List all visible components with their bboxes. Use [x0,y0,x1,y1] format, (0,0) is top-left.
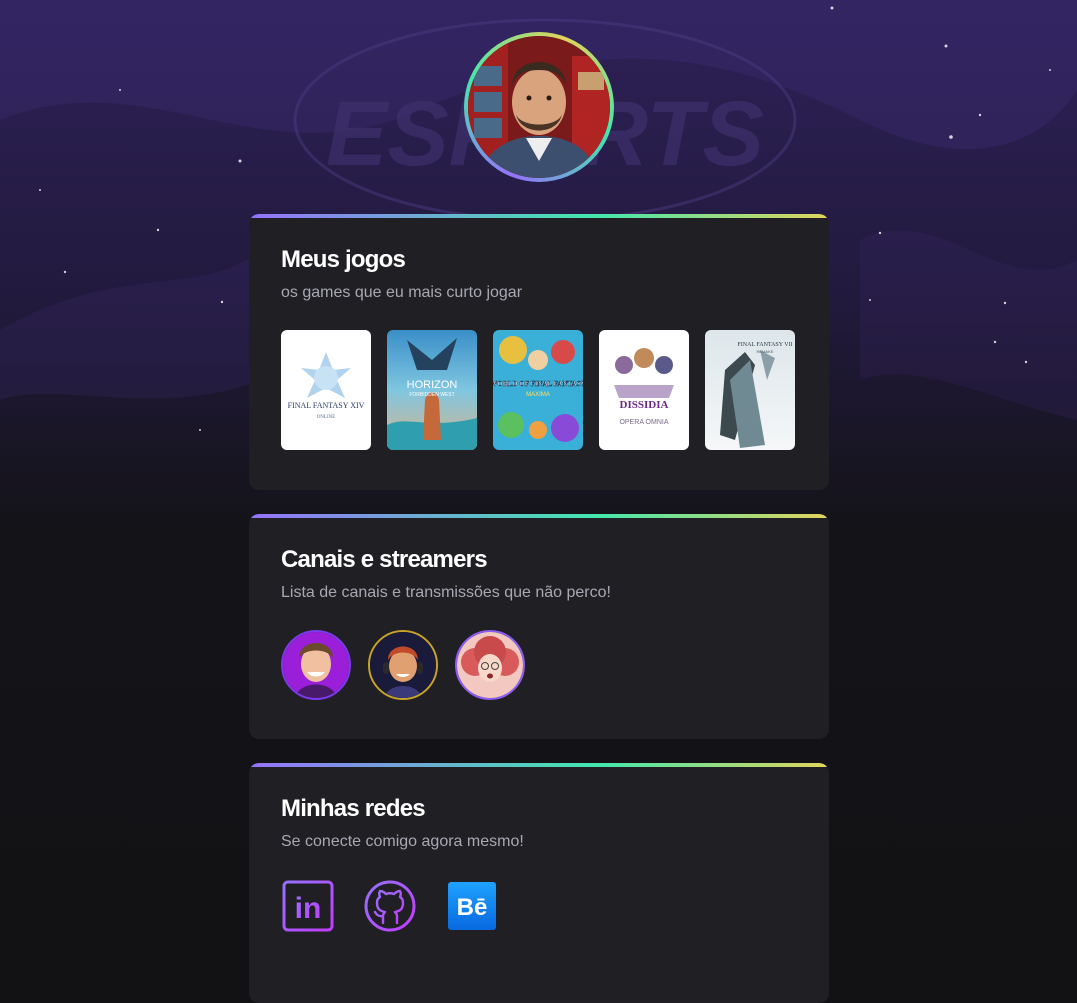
game-cover-subtext: FORBIDDEN WEST [409,392,454,398]
game-cover-subtext: MAXIMA [526,392,550,398]
github-icon [364,880,416,932]
streamer-avatar-3-icon[interactable] [455,630,525,700]
streamer-avatar-2-icon[interactable] [368,630,438,700]
social-card-subtitle: Se conecte comigo agora mesmo! [281,833,524,850]
game-cover-dissidia[interactable]: DISSIDIA OPERA OMNIA [599,330,689,450]
github-link[interactable] [363,879,417,933]
game-cover-ff7[interactable]: FINAL FANTASY VII REMAKE [705,330,795,450]
game-cover-text: DISSIDIA [620,399,669,411]
profile-avatar [464,32,614,182]
game-cover-horizon[interactable]: HORIZON FORBIDDEN WEST [387,330,477,450]
game-cover-text: WORLD OF FINAL FANTASY [493,380,583,388]
game-cover-text: FINAL FANTASY XIV [288,401,365,410]
streamers-card: Canais e streamers Lista de canais e tra… [249,514,829,739]
games-card: Meus jogos os games que eu mais curto jo… [249,214,829,490]
games-card-title: Meus jogos [281,246,406,273]
social-card-title: Minhas redes [281,795,426,822]
profile-photo-icon [468,36,610,178]
linkedin-icon: in [282,880,334,932]
social-links: in Bē [281,879,499,933]
game-cover-subtext: OPERA OMNIA [619,419,668,426]
behance-icon: Bē [448,882,496,930]
game-cover-ff14[interactable]: FINAL FANTASY XIV ONLINE [281,330,371,450]
game-cover-text: FINAL FANTASY VII [737,342,792,348]
games-card-subtitle: os games que eu mais curto jogar [281,284,523,301]
game-cover-subtext: REMAKE [757,349,774,354]
game-cover-subtext: ONLINE [317,415,336,420]
linkedin-link[interactable]: in [281,879,335,933]
streamer-avatar-1-icon[interactable] [281,630,351,700]
streamers-list [281,630,525,700]
streamers-card-subtitle: Lista de canais e transmissões que não p… [281,584,611,601]
games-list: FINAL FANTASY XIV ONLINE HORIZON FORBIDD… [281,330,795,450]
game-cover-world-ff[interactable]: WORLD OF FINAL FANTASY MAXIMA [493,330,583,450]
social-card: Minhas redes Se conecte comigo agora mes… [249,763,829,1003]
streamers-card-title: Canais e streamers [281,546,488,573]
svg-text:Bē: Bē [457,894,488,921]
behance-link[interactable]: Bē [445,879,499,933]
svg-text:in: in [295,892,322,925]
game-cover-text: HORIZON [407,379,458,391]
